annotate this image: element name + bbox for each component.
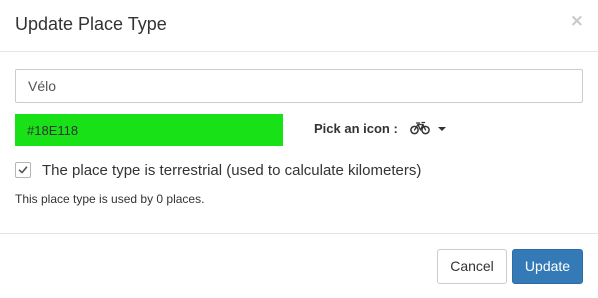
update-place-type-dialog: Update Place Type × Pick an icon : The p… bbox=[0, 0, 598, 298]
caret-down-icon bbox=[438, 127, 446, 131]
icon-picker-dropdown[interactable] bbox=[408, 119, 450, 139]
pick-icon-label: Pick an icon : bbox=[314, 121, 398, 136]
dialog-title: Update Place Type bbox=[15, 14, 167, 34]
bicycle-icon bbox=[410, 121, 430, 135]
cancel-button[interactable]: Cancel bbox=[437, 249, 507, 284]
checkmark-icon bbox=[18, 166, 28, 174]
color-input[interactable] bbox=[15, 114, 283, 146]
update-button[interactable]: Update bbox=[512, 249, 583, 284]
terrestrial-checkbox[interactable] bbox=[15, 162, 31, 178]
place-type-name-input[interactable] bbox=[15, 69, 583, 103]
dialog-header: Update Place Type × bbox=[0, 0, 598, 52]
close-button[interactable]: × bbox=[570, 12, 584, 30]
terrestrial-checkbox-label[interactable]: The place type is terrestrial (used to c… bbox=[42, 162, 421, 180]
dialog-footer: Cancel Update bbox=[0, 233, 598, 298]
usage-info-text: This place type is used by 0 places. bbox=[15, 192, 205, 206]
